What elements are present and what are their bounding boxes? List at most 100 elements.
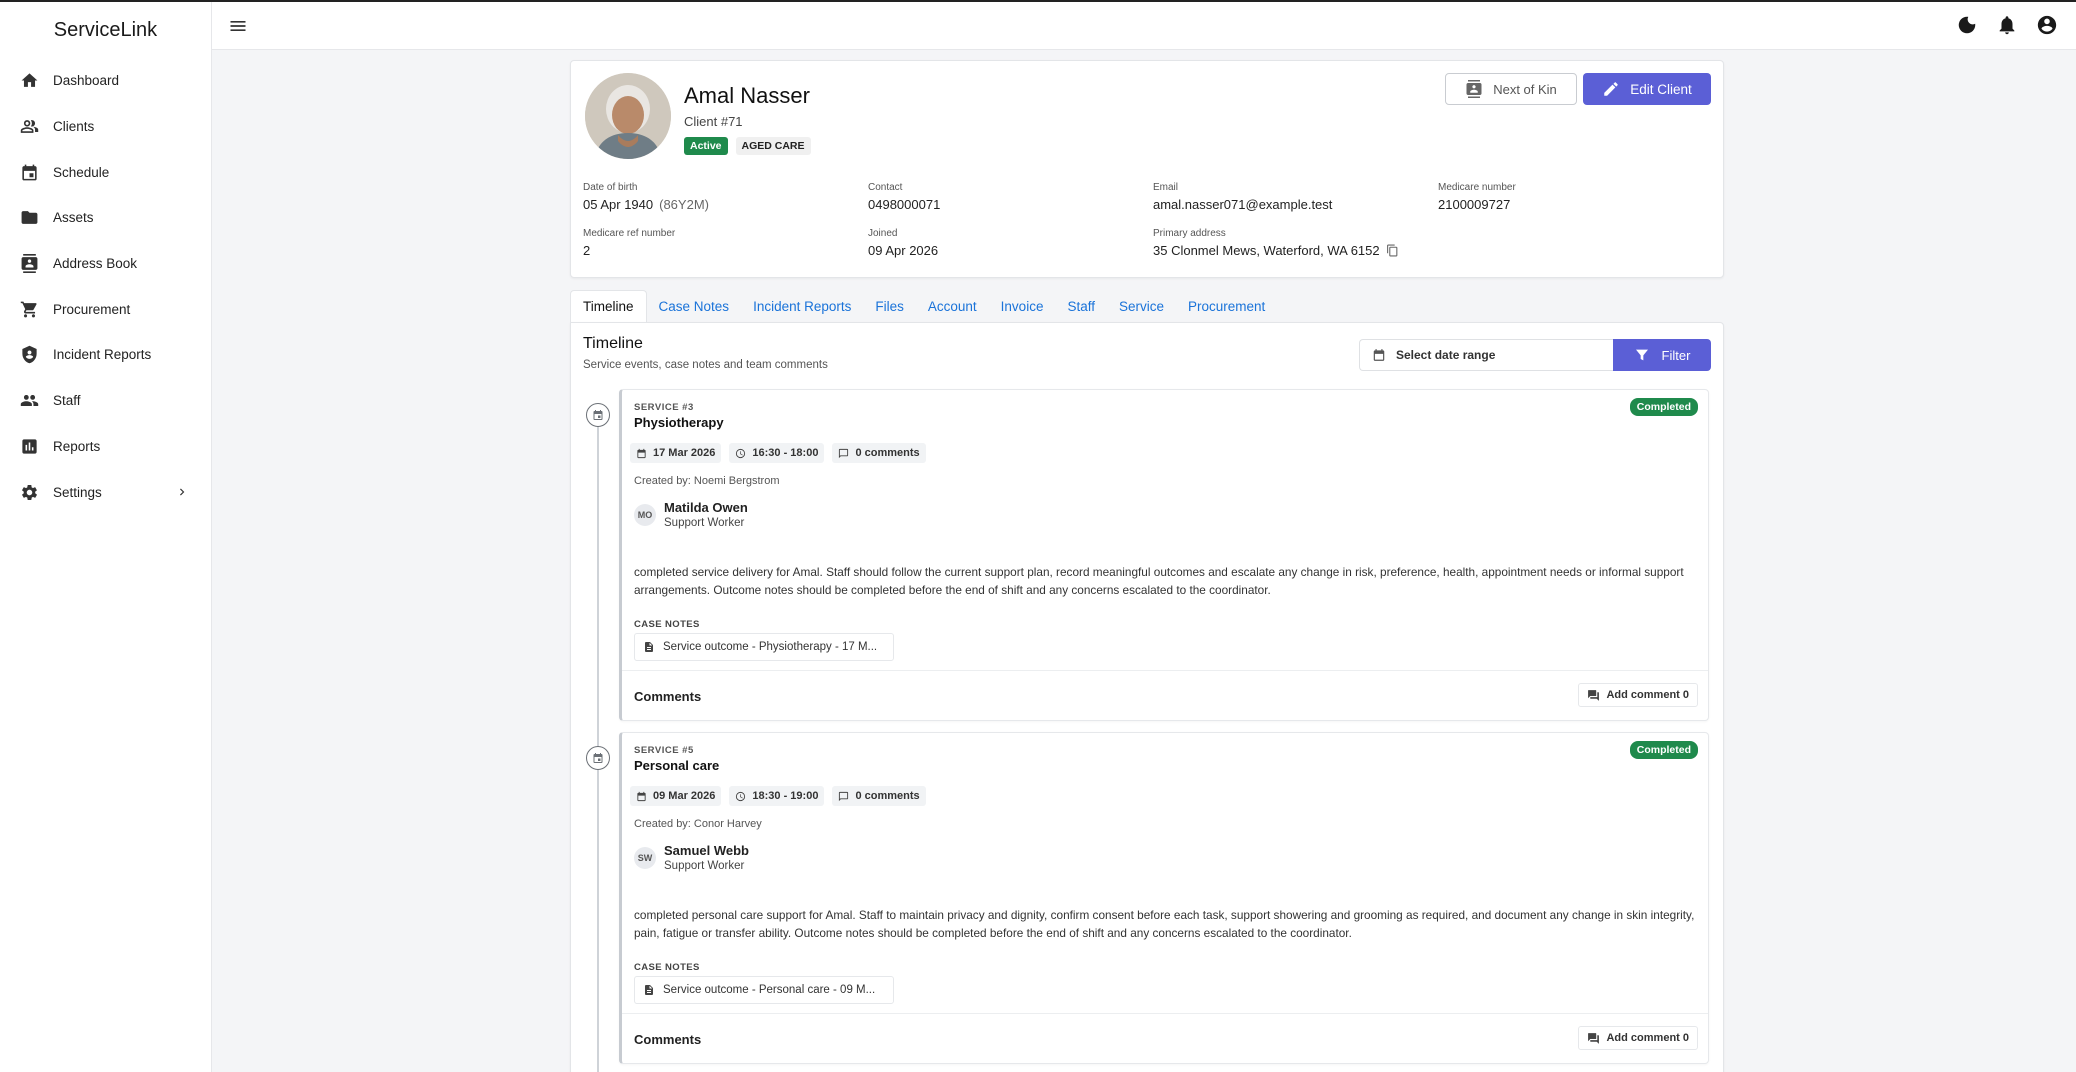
case-note-link[interactable]: Service outcome - Physiotherapy - 17 M..… <box>634 633 894 661</box>
tab-staff[interactable]: Staff <box>1055 290 1107 322</box>
add-comment-button[interactable]: Add comment 0 <box>1578 683 1698 707</box>
sidebar-item-reports[interactable]: Reports <box>0 424 211 470</box>
sidebar-item-dashboard[interactable]: Dashboard <box>0 58 211 104</box>
comment-icon <box>839 791 849 801</box>
tab-timeline[interactable]: Timeline <box>570 290 647 322</box>
sidebar: ServiceLink Dashboard Clients Schedule A… <box>0 2 212 1072</box>
cart-icon <box>20 301 37 318</box>
edit-client-button[interactable]: Edit Client <box>1583 73 1711 105</box>
edit-client-label: Edit Client <box>1630 81 1692 97</box>
staff-info: Matilda Owen Support Worker <box>664 500 748 529</box>
tab-files[interactable]: Files <box>863 290 916 322</box>
calendar-icon <box>637 448 646 458</box>
sidebar-item-label: Address Book <box>53 256 138 272</box>
detail-label: Date of birth <box>583 182 638 193</box>
tab-case-notes[interactable]: Case Notes <box>647 290 742 322</box>
tab-service[interactable]: Service <box>1107 290 1176 322</box>
copy-icon[interactable] <box>1386 244 1399 257</box>
event-kicker: SERVICE #3 <box>634 402 694 413</box>
timeline-event: SERVICE #3 Physiotherapy Completed 17 Ma… <box>619 389 1709 721</box>
menu-toggle-button[interactable] <box>228 16 248 36</box>
sidebar-item-schedule[interactable]: Schedule <box>0 149 211 195</box>
home-icon <box>21 73 38 88</box>
add-comment-button[interactable]: Add comment 0 <box>1578 1026 1698 1050</box>
people-icon <box>20 395 39 407</box>
detail-address: Primary address 35 Clonmel Mews, Waterfo… <box>1153 228 1453 258</box>
tab-incident-reports[interactable]: Incident Reports <box>741 290 863 322</box>
calendar-icon <box>637 791 646 801</box>
event-time-chip: 16:30 - 18:00 <box>729 443 825 463</box>
staff-name: Samuel Webb <box>664 843 750 858</box>
medicare-ref-value: 2 <box>583 243 591 258</box>
filter-label: Filter <box>1661 347 1691 363</box>
event-date-chip: 17 Mar 2026 <box>630 443 722 463</box>
event-date-chip: 09 Mar 2026 <box>630 786 722 806</box>
event-calendar-icon <box>593 410 603 420</box>
program-badge: AGED CARE <box>735 137 811 155</box>
staff-role: Support Worker <box>664 860 745 872</box>
sidebar-item-assets[interactable]: Assets <box>0 195 211 241</box>
event-kicker: SERVICE #5 <box>634 745 694 756</box>
case-note-title: Service outcome - Personal care - 09 M..… <box>663 984 876 996</box>
next-of-kin-button[interactable]: Next of Kin <box>1445 73 1577 105</box>
event-comments-chip: 0 comments <box>832 443 926 463</box>
divider <box>622 670 1708 671</box>
sidebar-item-label: Schedule <box>53 164 110 180</box>
sidebar-item-procurement[interactable]: Procurement <box>0 286 211 332</box>
tab-account[interactable]: Account <box>916 290 989 322</box>
date-range-picker[interactable]: Select date range <box>1359 339 1613 371</box>
contact-card-icon <box>1466 80 1482 98</box>
hamburger-menu-icon <box>230 21 246 31</box>
status-badge: Active <box>684 137 728 155</box>
sidebar-item-label: Clients <box>53 119 95 135</box>
case-notes-label: CASE NOTES <box>634 619 700 630</box>
event-description: completed service delivery for Amal. Sta… <box>634 565 1684 597</box>
tab-invoice[interactable]: Invoice <box>989 290 1056 322</box>
staff-name: Matilda Owen <box>664 500 748 515</box>
notifications-button[interactable] <box>1996 14 2018 36</box>
sidebar-item-label: Staff <box>53 393 81 409</box>
event-staff: SW Samuel Webb Support Worker <box>634 843 749 872</box>
case-note-title: Service outcome - Physiotherapy - 17 M..… <box>663 641 878 653</box>
account-button[interactable] <box>2036 14 2058 36</box>
event-comments-chip: 0 comments <box>832 786 926 806</box>
moon-icon <box>1958 16 1976 34</box>
joined-value: 09 Apr 2026 <box>868 243 939 258</box>
brand-logo[interactable]: ServiceLink <box>0 2 211 58</box>
timeline-subtitle: Service events, case notes and team comm… <box>583 359 828 371</box>
sidebar-item-incident-reports[interactable]: Incident Reports <box>0 332 211 378</box>
account-circle-icon <box>2037 15 2057 35</box>
pencil-icon <box>1604 82 1618 96</box>
event-comments-count: 0 comments <box>855 447 920 459</box>
client-photo <box>585 73 671 159</box>
detail-label: Medicare ref number <box>583 228 676 239</box>
dark-mode-toggle[interactable] <box>1956 14 1978 36</box>
sidebar-item-label: Dashboard <box>53 73 120 89</box>
clock-icon <box>736 448 746 458</box>
comments-heading: Comments <box>634 689 702 704</box>
event-description: completed personal care support for Amal… <box>634 908 1695 940</box>
filter-button[interactable]: Filter <box>1613 339 1711 371</box>
sidebar-item-label: Procurement <box>53 301 131 317</box>
sidebar-item-settings[interactable]: Settings <box>0 469 211 515</box>
client-tabs: Timeline Case Notes Incident Reports Fil… <box>570 290 1724 322</box>
event-staff: MO Matilda Owen Support Worker <box>634 500 748 529</box>
event-title: Physiotherapy <box>634 415 724 430</box>
date-range-placeholder: Select date range <box>1396 348 1496 362</box>
detail-label: Medicare number <box>1438 182 1516 193</box>
bell-icon <box>1999 16 2015 35</box>
sidebar-item-address-book[interactable]: Address Book <box>0 241 211 287</box>
sidebar-item-clients[interactable]: Clients <box>0 104 211 150</box>
clock-icon <box>736 791 746 801</box>
add-comment-label: Add comment 0 <box>1606 1032 1689 1044</box>
case-note-link[interactable]: Service outcome - Personal care - 09 M..… <box>634 976 894 1004</box>
detail-label: Email <box>1153 182 1179 193</box>
top-app-bar <box>212 2 2076 50</box>
client-avatar <box>585 73 671 159</box>
tab-procurement[interactable]: Procurement <box>1176 290 1277 322</box>
detail-medicare: Medicare number 2100009727 <box>1438 182 1718 212</box>
staff-avatar: MO <box>634 503 656 526</box>
comment-icon <box>839 448 849 458</box>
contacts-icon <box>21 254 38 274</box>
sidebar-item-staff[interactable]: Staff <box>0 378 211 424</box>
